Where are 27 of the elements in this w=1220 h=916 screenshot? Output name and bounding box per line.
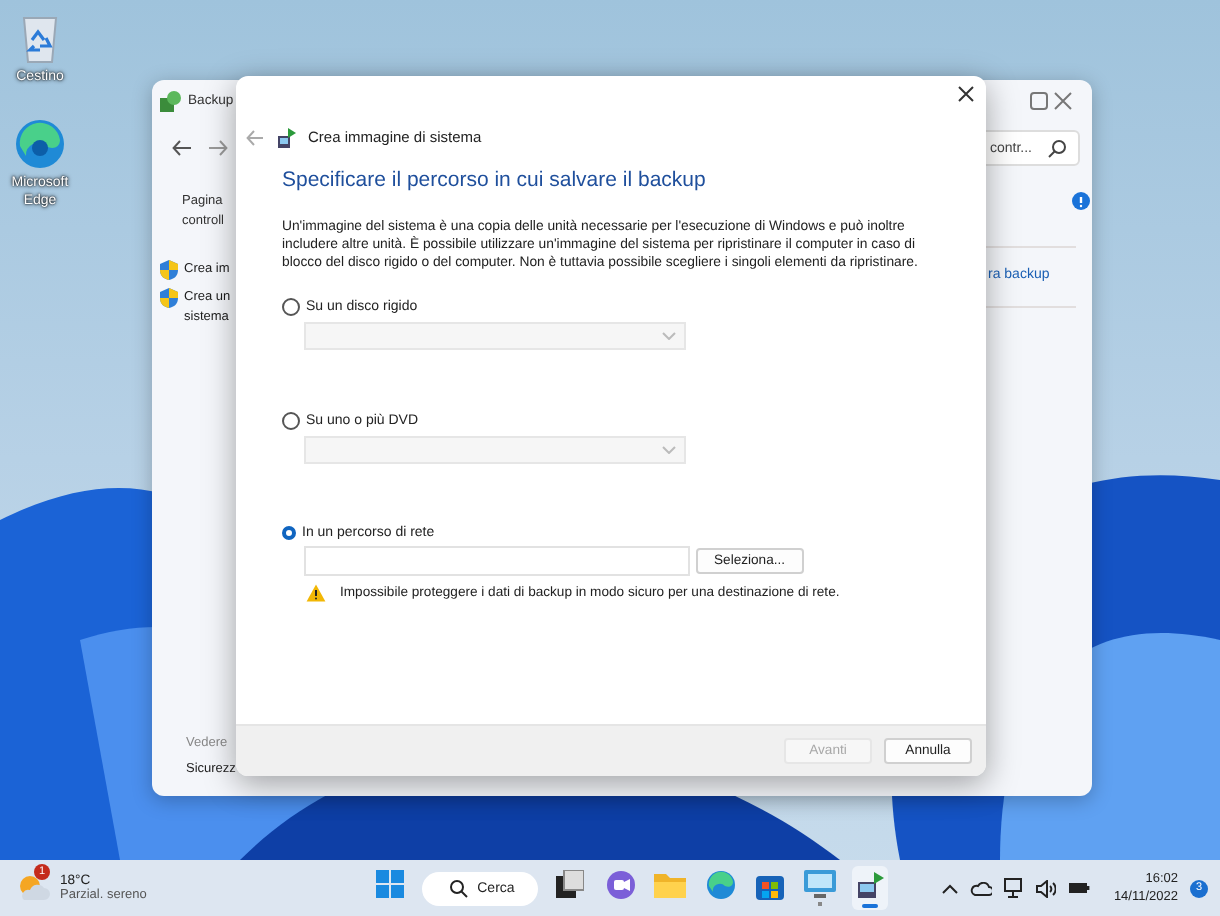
edge-icon xyxy=(14,118,66,170)
edge-icon[interactable] xyxy=(705,869,736,900)
task-view-icon[interactable] xyxy=(556,870,585,899)
search-icon xyxy=(449,879,468,897)
close-icon[interactable] xyxy=(958,86,974,102)
battery-icon[interactable] xyxy=(1067,880,1090,896)
network-icon[interactable] xyxy=(1003,878,1024,898)
help-icon[interactable] xyxy=(1072,192,1090,210)
search-icon xyxy=(1048,139,1066,157)
forward-arrow-icon[interactable] xyxy=(208,140,228,156)
shield-icon xyxy=(160,260,178,280)
chevron-icon xyxy=(662,331,676,340)
chat-icon[interactable] xyxy=(605,869,636,900)
dialog-heading: Specificare il percorso in cui salvare il backup xyxy=(282,168,708,192)
maximize-icon[interactable] xyxy=(1030,91,1048,109)
weather-icon xyxy=(18,874,50,902)
start-icon[interactable] xyxy=(375,870,404,899)
cloud-icon[interactable] xyxy=(969,881,992,895)
monitor-icon[interactable] xyxy=(804,870,837,899)
warning-icon xyxy=(306,583,326,602)
radio-button[interactable] xyxy=(282,525,296,540)
speaker-icon[interactable] xyxy=(1035,879,1056,897)
chevron-up-icon[interactable] xyxy=(941,883,958,893)
path-input-field[interactable] xyxy=(304,545,690,576)
back-arrow-icon[interactable] xyxy=(172,140,192,156)
chevron-icon xyxy=(662,445,676,454)
shield-icon xyxy=(160,288,178,308)
